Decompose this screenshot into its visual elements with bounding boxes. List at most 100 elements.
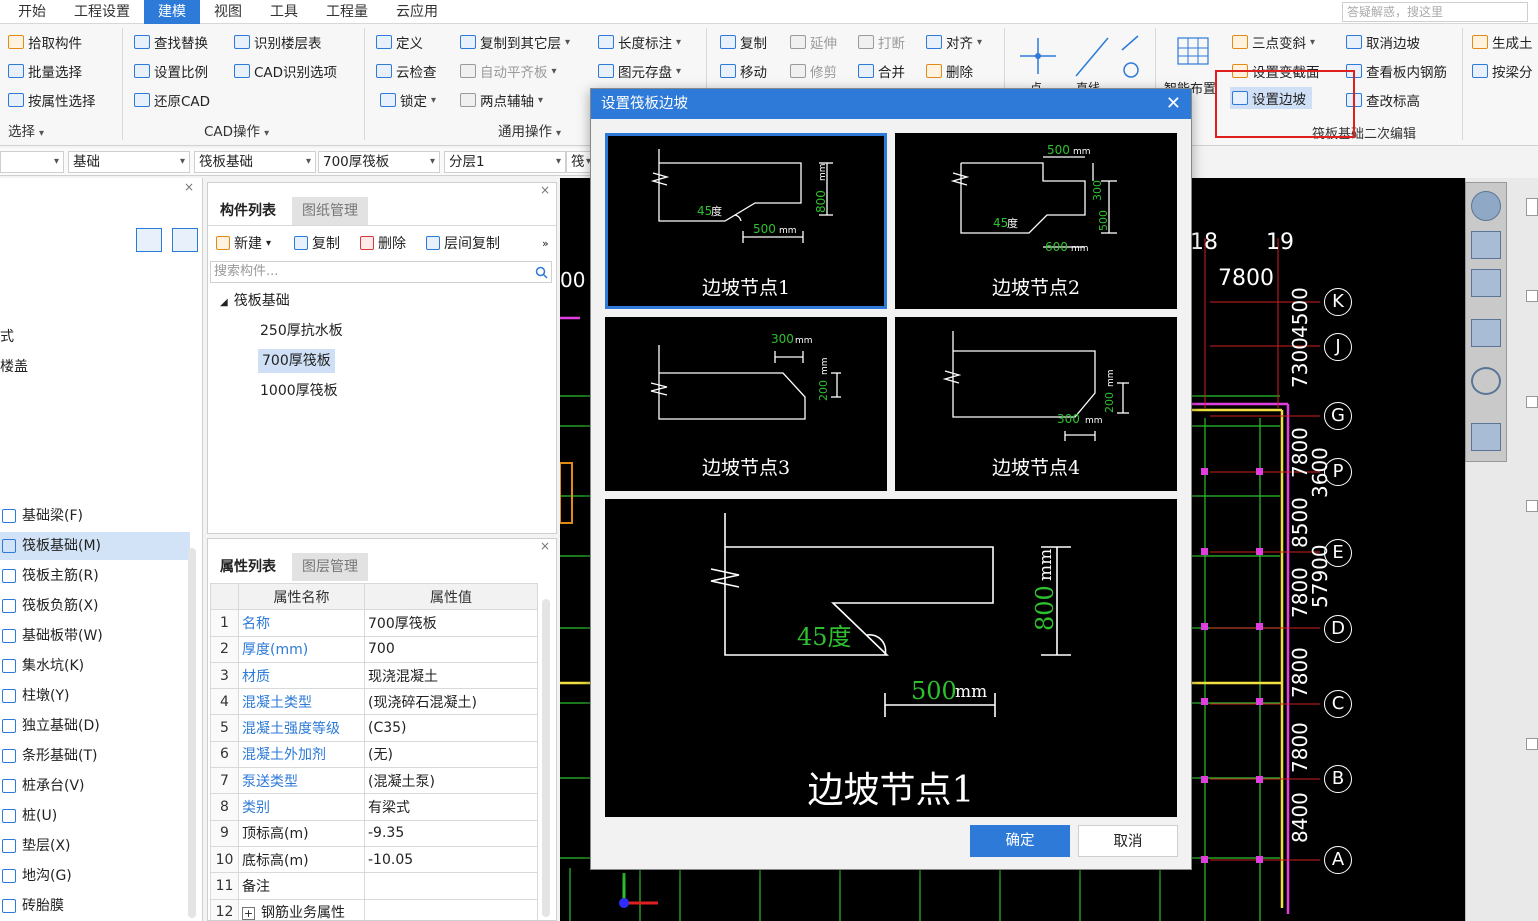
tab-layer-manage[interactable]: 图层管理	[292, 553, 368, 581]
restore-cad-button[interactable]: 还原CAD	[134, 89, 210, 111]
nav-item[interactable]: 筏板基础(M)	[0, 532, 190, 560]
orbit-icon[interactable]	[1471, 191, 1501, 221]
view-2d-icon[interactable]	[1471, 231, 1501, 259]
new-component-button[interactable]: 新建 ▾	[216, 233, 271, 253]
menu-cloud[interactable]: 云应用	[382, 0, 452, 24]
table-row[interactable]: 11 备注	[210, 872, 538, 900]
copy-button[interactable]: 复制	[720, 31, 767, 53]
tree-item[interactable]: 1000厚筏板	[260, 379, 338, 403]
list-view-icon[interactable]	[136, 228, 162, 252]
help-search-input[interactable]: 答疑解惑，搜这里	[1342, 2, 1528, 22]
property-value[interactable]	[364, 872, 538, 900]
property-scrollbar[interactable]	[542, 599, 550, 917]
tree-item[interactable]: 250厚抗水板	[260, 319, 343, 343]
property-value[interactable]: (C35)	[364, 714, 538, 742]
select-group-label[interactable]: 选择	[8, 120, 44, 140]
smart-layout-icon[interactable]	[1174, 34, 1214, 70]
close-icon[interactable]: ×	[540, 183, 550, 197]
slope-node-3[interactable]: 300 mm 200 mm 边坡节点3	[605, 317, 887, 491]
menu-view[interactable]: 视图	[200, 0, 256, 24]
expand-icon[interactable]	[1526, 500, 1538, 512]
tree-root[interactable]: ◢ 筏板基础	[220, 289, 290, 313]
cad-group-label[interactable]: CAD操作	[204, 120, 269, 140]
table-row[interactable]: 3 材质 现浇混凝土	[210, 661, 538, 690]
nav-item[interactable]: 基础梁(F)	[0, 502, 190, 530]
extend-button[interactable]: 延伸	[790, 31, 837, 53]
by-beam-button[interactable]: 按梁分	[1472, 60, 1533, 82]
tab-property-list[interactable]: 属性列表	[210, 553, 286, 581]
menu-quantity[interactable]: 工程量	[312, 0, 382, 24]
expand-icon[interactable]	[1526, 290, 1538, 302]
selector-component[interactable]: 700厚筏板	[318, 151, 440, 173]
move-button[interactable]: 移动	[720, 60, 767, 82]
property-value[interactable]: 现浇混凝土	[364, 661, 538, 690]
lock-button[interactable]: 锁定	[380, 89, 436, 111]
length-dim-button[interactable]: 长度标注	[598, 31, 681, 53]
grid-icon[interactable]	[1471, 423, 1501, 451]
cloud-check-button[interactable]: 云检查	[376, 60, 437, 82]
property-value[interactable]: 700厚筏板	[364, 609, 538, 637]
cad-options-button[interactable]: CAD识别选项	[234, 60, 337, 82]
nav-item[interactable]: 桩(U)	[0, 802, 190, 830]
view-rebar-button[interactable]: 查看板内钢筋	[1346, 60, 1447, 82]
component-search-input[interactable]: 搜索构件...	[210, 261, 552, 283]
table-row[interactable]: 6 混凝土外加剂 (无)	[210, 740, 538, 769]
set-scale-button[interactable]: 设置比例	[134, 60, 208, 82]
break-button[interactable]: 打断	[858, 31, 905, 53]
menu-modeling[interactable]: 建模	[144, 0, 200, 24]
cancel-slope-button[interactable]: 取消边坡	[1346, 31, 1420, 53]
property-value[interactable]: -9.35	[364, 819, 538, 847]
nav-item[interactable]: 独立基础(D)	[0, 712, 190, 740]
copy-to-floor-button[interactable]: 复制到其它层	[460, 31, 570, 53]
tree-item-selected[interactable]: 700厚筏板	[258, 349, 335, 373]
select-by-attr-button[interactable]: 按属性选择	[8, 89, 96, 111]
view-3d-icon[interactable]	[1471, 269, 1501, 297]
expand-icon[interactable]: +	[242, 907, 255, 920]
expand-icon[interactable]	[1526, 738, 1538, 750]
box-view-icon[interactable]	[1471, 319, 1501, 347]
close-icon[interactable]: ✕	[1166, 89, 1181, 119]
trim-button[interactable]: 修剪	[790, 60, 837, 82]
expand-icon[interactable]	[1526, 396, 1538, 408]
delete-component-button[interactable]: 删除	[360, 233, 406, 253]
table-row[interactable]: 2 厚度(mm) 700	[210, 635, 538, 663]
menu-tools[interactable]: 工具	[256, 0, 312, 24]
grid-view-icon[interactable]	[172, 228, 198, 252]
floor-copy-button[interactable]: 层间复制	[426, 233, 500, 253]
slope-node-1[interactable]: 45 度 500 mm 800 mm 边坡节点1	[605, 133, 887, 309]
nav-item[interactable]: 集水坑(K)	[0, 652, 190, 680]
table-row[interactable]: 4 混凝土类型 (现浇碎石混凝土)	[210, 688, 538, 716]
generate-soil-button[interactable]: 生成土	[1472, 31, 1533, 53]
menu-project-settings[interactable]: 工程设置	[60, 0, 144, 24]
two-point-aux-button[interactable]: 两点辅轴	[460, 89, 543, 111]
pick-button[interactable]: 拾取构件	[8, 31, 82, 53]
collapse-icon[interactable]	[1526, 198, 1538, 216]
define-button[interactable]: 定义	[376, 31, 423, 53]
three-point-slope-button[interactable]: 三点变斜	[1232, 31, 1315, 53]
nav-item[interactable]: 筏板负筋(X)	[0, 592, 190, 620]
nav-item[interactable]: 桩承台(V)	[0, 772, 190, 800]
slope-node-4[interactable]: 300 mm 200 mm 边坡节点4	[895, 317, 1177, 491]
nav-item[interactable]: 条形基础(T)	[0, 742, 190, 770]
merge-button[interactable]: 合并	[858, 60, 905, 82]
property-value[interactable]: 有梁式	[364, 793, 538, 821]
nav-item[interactable]: 基础板带(W)	[0, 622, 190, 650]
property-value[interactable]: -10.05	[364, 845, 538, 874]
common-group-label[interactable]: 通用操作	[498, 120, 561, 140]
menu-start[interactable]: 开始	[4, 0, 60, 24]
identify-floor-button[interactable]: 识别楼层表	[234, 31, 322, 53]
cancel-button[interactable]: 取消	[1078, 825, 1178, 857]
table-row[interactable]: 12 + 钢筋业务属性	[210, 898, 538, 920]
find-replace-button[interactable]: 查找替换	[134, 31, 208, 53]
nav-scrollbar[interactable]	[188, 548, 196, 918]
table-row[interactable]: 10 底标高(m) -10.05	[210, 845, 538, 874]
property-value[interactable]	[364, 898, 538, 920]
slope-node-2[interactable]: 45 度 500 mm 600 mm 300 500 边坡节点2	[895, 133, 1177, 309]
nav-item[interactable]: 垫层(X)	[0, 832, 190, 860]
search-icon[interactable]	[535, 266, 548, 279]
save-drawing-button[interactable]: 图元存盘	[598, 60, 681, 82]
table-row[interactable]: 9 顶标高(m) -9.35	[210, 819, 538, 847]
property-value[interactable]: 700	[364, 635, 538, 663]
selector-type[interactable]: 筏板基础	[194, 151, 316, 173]
check-elevation-button[interactable]: 查改标高	[1346, 89, 1420, 111]
